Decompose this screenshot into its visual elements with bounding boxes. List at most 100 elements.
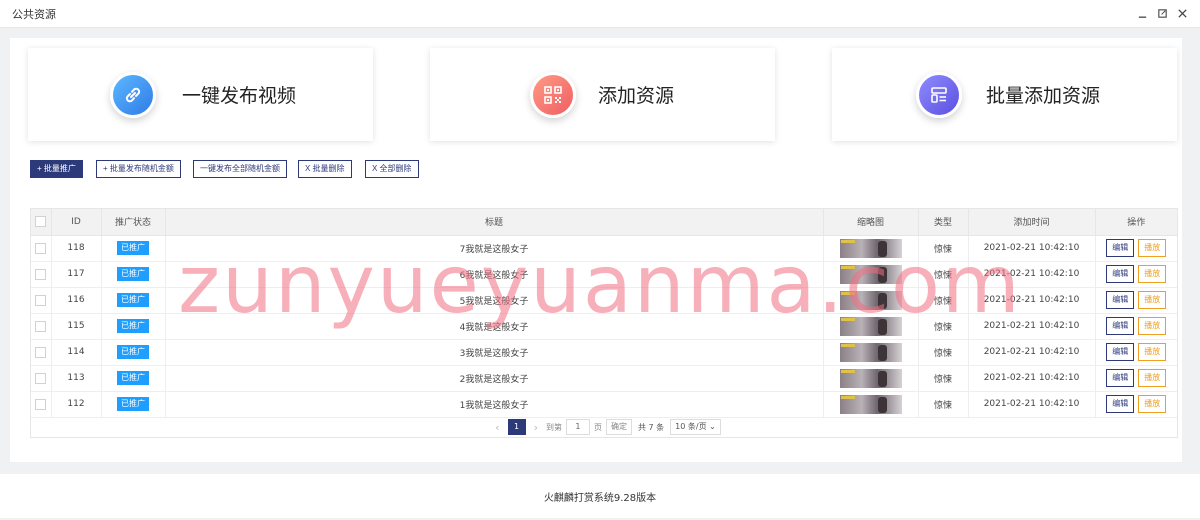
quick-action-cards: 一键发布视频 添加资源 批量添加资源 <box>28 48 1177 141</box>
status-badge: 已推广 <box>117 371 149 385</box>
resource-table: ID 推广状态 标题 缩略图 类型 添加时间 操作 118 已推广 7我就是这般女子… <box>30 208 1178 438</box>
row-id: 116 <box>51 287 102 314</box>
status-badge: 已推广 <box>117 267 149 281</box>
row-checkbox[interactable] <box>35 398 47 410</box>
play-button[interactable]: 播放 <box>1138 317 1167 335</box>
thumbnail-image[interactable] <box>839 368 902 388</box>
row-actions: 编辑 播放 <box>1095 365 1177 392</box>
batch-random-amount-button[interactable]: + 批量发布随机金额 <box>96 160 181 178</box>
goto-page-input[interactable]: 1 <box>565 419 590 435</box>
thumbnail-image[interactable] <box>839 342 902 362</box>
row-thumbnail-cell <box>823 287 919 314</box>
play-button[interactable]: 播放 <box>1138 343 1167 361</box>
edit-button[interactable]: 编辑 <box>1106 291 1135 309</box>
column-header-type: 类型 <box>918 209 969 236</box>
card-icon-circle <box>916 71 962 118</box>
row-time: 2021-02-21 10:42:10 <box>968 339 1096 366</box>
edit-button[interactable]: 编辑 <box>1106 343 1135 361</box>
row-type: 惊悚 <box>918 339 969 366</box>
close-button[interactable] <box>1176 8 1188 20</box>
batch-delete-button[interactable]: X 批量删除 <box>298 160 352 178</box>
row-actions: 编辑 播放 <box>1095 339 1177 366</box>
minimize-button[interactable] <box>1136 8 1148 20</box>
row-thumbnail-cell <box>823 313 919 340</box>
publish-all-random-amount-button[interactable]: 一键发布全部随机金额 <box>193 160 287 178</box>
row-checkbox[interactable] <box>35 372 47 384</box>
thumbnail-image[interactable] <box>839 394 902 414</box>
edit-button[interactable]: 编辑 <box>1106 395 1135 413</box>
status-badge: 已推广 <box>117 397 149 411</box>
play-button[interactable]: 播放 <box>1138 239 1167 257</box>
play-button[interactable]: 播放 <box>1138 265 1167 283</box>
goto-label: 到第 <box>545 422 562 432</box>
batch-add-resource-card[interactable]: 批量添加资源 <box>832 48 1177 141</box>
row-actions: 编辑 播放 <box>1095 391 1177 418</box>
card-icon-circle <box>530 71 576 118</box>
card-label: 批量添加资源 <box>986 85 1101 107</box>
row-actions: 编辑 播放 <box>1095 261 1177 288</box>
minimize-icon <box>1138 16 1146 18</box>
row-checkbox[interactable] <box>35 320 47 332</box>
publish-video-card[interactable]: 一键发布视频 <box>28 48 373 141</box>
qrcode-icon <box>544 85 562 104</box>
prev-page-icon[interactable]: ‹ <box>495 421 499 434</box>
row-time: 2021-02-21 10:42:10 <box>968 261 1096 288</box>
row-select-cell <box>31 391 52 418</box>
table-row: 116 已推广 5我就是这般女子 惊悚 2021-02-21 10:42:10 编辑 播放 <box>31 287 1177 314</box>
status-badge: 已推广 <box>117 293 149 307</box>
edit-button[interactable]: 编辑 <box>1106 317 1135 335</box>
row-id: 114 <box>51 339 102 366</box>
maximize-button[interactable] <box>1156 8 1168 20</box>
delete-all-button[interactable]: X 全部删除 <box>365 160 419 178</box>
row-type: 惊悚 <box>918 313 969 340</box>
page-size-select[interactable]: 10 条/页 ⌄ <box>670 419 721 435</box>
current-page-button[interactable]: 1 <box>507 419 526 435</box>
column-header-actions: 操作 <box>1095 209 1177 236</box>
batch-promote-button[interactable]: + 批量推广 <box>30 160 83 178</box>
row-checkbox[interactable] <box>35 346 47 358</box>
thumbnail-image[interactable] <box>839 290 902 310</box>
next-page-icon[interactable]: › <box>534 421 538 434</box>
goto-confirm-button[interactable]: 确定 <box>605 419 632 435</box>
column-header-time: 添加时间 <box>968 209 1096 236</box>
thumbnail-image[interactable] <box>839 264 902 284</box>
row-type: 惊悚 <box>918 287 969 314</box>
page-unit-label: 页 <box>593 422 602 432</box>
row-select-cell <box>31 287 52 314</box>
row-time: 2021-02-21 10:42:10 <box>968 287 1096 314</box>
row-checkbox[interactable] <box>35 268 47 280</box>
status-badge: 已推广 <box>117 319 149 333</box>
play-button[interactable]: 播放 <box>1138 291 1167 309</box>
row-thumbnail-cell <box>823 391 919 418</box>
thumbnail-image[interactable] <box>839 238 902 258</box>
play-button[interactable]: 播放 <box>1138 395 1167 413</box>
window-title: 公共资源 <box>12 7 56 21</box>
thumbnail-image[interactable] <box>839 316 902 336</box>
chevron-down-icon: ⌄ <box>709 422 716 431</box>
select-all-checkbox[interactable] <box>35 216 47 228</box>
row-title: 4我就是这般女子 <box>165 313 824 340</box>
row-thumbnail-cell <box>823 261 919 288</box>
select-all-header <box>31 209 52 236</box>
row-title: 5我就是这般女子 <box>165 287 824 314</box>
play-button[interactable]: 播放 <box>1138 369 1167 387</box>
row-actions: 编辑 播放 <box>1095 235 1177 262</box>
table-row: 114 已推广 3我就是这般女子 惊悚 2021-02-21 10:42:10 编辑 播放 <box>31 339 1177 366</box>
total-count-label: 共 7 条 <box>637 422 665 432</box>
edit-button[interactable]: 编辑 <box>1106 239 1135 257</box>
row-id: 113 <box>51 365 102 392</box>
footer: 火麒麟打赏系统9.28版本 <box>0 474 1200 518</box>
card-icon-circle <box>110 71 156 118</box>
row-select-cell <box>31 313 52 340</box>
table-row: 113 已推广 2我就是这般女子 惊悚 2021-02-21 10:42:10 编辑 播放 <box>31 365 1177 392</box>
edit-button[interactable]: 编辑 <box>1106 369 1135 387</box>
row-checkbox[interactable] <box>35 242 47 254</box>
add-resource-card[interactable]: 添加资源 <box>430 48 775 141</box>
row-checkbox[interactable] <box>35 294 47 306</box>
list-layout-icon <box>931 86 947 103</box>
row-select-cell <box>31 365 52 392</box>
row-select-cell <box>31 261 52 288</box>
row-id: 118 <box>51 235 102 262</box>
page-size-value: 10 条/页 <box>675 422 707 431</box>
edit-button[interactable]: 编辑 <box>1106 265 1135 283</box>
